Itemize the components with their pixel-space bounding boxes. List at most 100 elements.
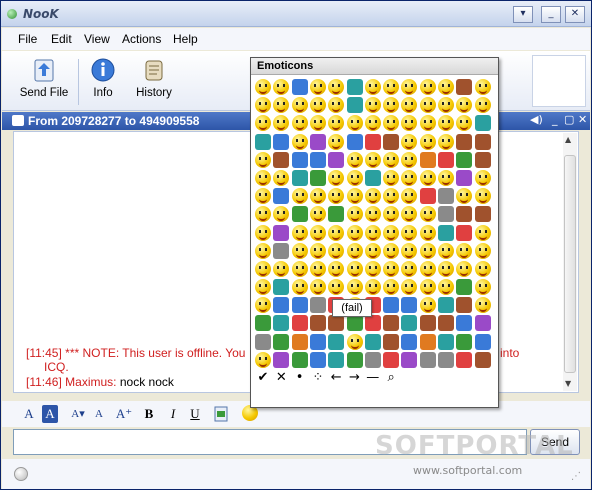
bold-button[interactable]: B xyxy=(142,405,156,423)
emoticon-smiley-icon[interactable] xyxy=(438,97,454,114)
emoticon-smiley-icon[interactable] xyxy=(346,115,363,132)
emoticon-smiley-icon[interactable] xyxy=(346,279,363,296)
emoticon-object-icon[interactable] xyxy=(364,333,381,350)
emoticon-object-icon[interactable] xyxy=(419,315,436,332)
emoticon-object-icon[interactable] xyxy=(438,315,454,332)
emoticon-smiley-icon[interactable] xyxy=(383,97,400,114)
emoticon-smiley-icon[interactable] xyxy=(383,169,400,186)
font-button[interactable]: A▾ xyxy=(68,405,88,423)
emoticon-smiley-icon[interactable] xyxy=(291,97,308,114)
emoticon-smiley-icon[interactable] xyxy=(419,115,436,132)
emoticon-smiley-icon[interactable] xyxy=(401,79,418,95)
emoticon-smiley-icon[interactable] xyxy=(273,97,290,114)
emoticon-smiley-icon[interactable] xyxy=(364,115,381,132)
emoticon-smiley-icon[interactable] xyxy=(346,333,363,350)
emoticon-smiley-icon[interactable] xyxy=(383,79,400,95)
emoticon-smiley-icon[interactable] xyxy=(419,242,436,259)
emoticon-object-icon[interactable] xyxy=(401,297,418,314)
emoticon-smiley-icon[interactable] xyxy=(419,206,436,223)
emoticon-smiley-icon[interactable] xyxy=(383,224,400,241)
dropdown-button[interactable]: ▾ xyxy=(513,6,533,23)
emoticon-smiley-icon[interactable] xyxy=(383,279,400,296)
emoticon-smiley-icon[interactable] xyxy=(364,206,381,223)
emoticon-object-icon[interactable] xyxy=(291,79,308,95)
emoticon-smiley-icon[interactable] xyxy=(346,224,363,241)
emoticon-object-icon[interactable] xyxy=(364,351,381,368)
emoticon-smiley-icon[interactable] xyxy=(255,115,271,132)
emoticon-object-icon[interactable] xyxy=(456,133,473,150)
emoticon-smiley-icon[interactable] xyxy=(401,188,418,205)
emoticon-smiley-icon[interactable] xyxy=(309,242,326,259)
emoticon-smiley-icon[interactable] xyxy=(401,279,418,296)
emoticon-smiley-icon[interactable] xyxy=(309,206,326,223)
emoticon-object-icon[interactable] xyxy=(456,206,473,223)
emoticon-object-icon[interactable] xyxy=(309,297,326,314)
emoticon-object-icon[interactable] xyxy=(419,151,436,168)
emoticon-smiley-icon[interactable] xyxy=(255,224,271,241)
emoticon-smiley-icon[interactable] xyxy=(383,206,400,223)
emoticon-smiley-icon[interactable] xyxy=(383,188,400,205)
emoticon-object-icon[interactable] xyxy=(346,79,363,95)
emoticon-object-icon[interactable] xyxy=(438,297,454,314)
emoticon-object-icon[interactable] xyxy=(291,151,308,168)
emoticon-object-icon[interactable] xyxy=(255,333,271,350)
emoticon-object-icon[interactable] xyxy=(328,351,345,368)
send-file-button[interactable]: Send File xyxy=(18,57,70,105)
font-color-button[interactable]: A xyxy=(22,405,36,423)
emoticon-object-icon[interactable] xyxy=(328,206,345,223)
emoticon-smiley-icon[interactable] xyxy=(291,224,308,241)
emoticon-smiley-icon[interactable] xyxy=(291,242,308,259)
emoticon-smiley-icon[interactable] xyxy=(346,242,363,259)
emoticon-smiley-icon[interactable] xyxy=(456,97,473,114)
emoticon-smiley-icon[interactable] xyxy=(328,260,345,277)
emoticon-smiley-icon[interactable] xyxy=(401,97,418,114)
emoticon-smiley-icon[interactable] xyxy=(255,297,271,314)
emoticon-smiley-icon[interactable] xyxy=(255,242,271,259)
emoticon-smiley-icon[interactable] xyxy=(401,260,418,277)
emoticon-smiley-icon[interactable] xyxy=(328,97,345,114)
emoticon-object-icon[interactable] xyxy=(328,333,345,350)
emoticon-object-icon[interactable] xyxy=(291,333,308,350)
emoticon-symbol[interactable]: ⁘ xyxy=(310,369,326,387)
scroll-thumb[interactable] xyxy=(564,155,576,373)
emoticon-smiley-icon[interactable] xyxy=(291,133,308,150)
emoticon-smiley-icon[interactable] xyxy=(364,188,381,205)
emoticon-smiley-icon[interactable] xyxy=(438,133,454,150)
emoticon-object-icon[interactable] xyxy=(383,297,400,314)
emoticon-object-icon[interactable] xyxy=(474,206,491,223)
emoticon-smiley-icon[interactable] xyxy=(474,297,491,314)
emoticon-smiley-icon[interactable] xyxy=(273,79,290,95)
emoticon-smiley-icon[interactable] xyxy=(364,79,381,95)
emoticon-object-icon[interactable] xyxy=(273,297,290,314)
resize-grip[interactable]: ⋰ xyxy=(571,471,581,482)
emoticon-smiley-icon[interactable] xyxy=(273,115,290,132)
emoticon-smiley-icon[interactable] xyxy=(456,242,473,259)
menu-view[interactable]: View xyxy=(84,32,110,46)
emoticon-symbol[interactable]: ← xyxy=(328,369,344,387)
vertical-scrollbar[interactable]: ▲ ▼ xyxy=(563,133,577,391)
emoticon-symbol[interactable]: ✕ xyxy=(273,369,289,387)
emoticon-object-icon[interactable] xyxy=(273,242,290,259)
emoticon-smiley-icon[interactable] xyxy=(419,97,436,114)
emoticon-smiley-icon[interactable] xyxy=(255,188,271,205)
emoticon-object-icon[interactable] xyxy=(438,151,454,168)
emoticon-smiley-icon[interactable] xyxy=(474,279,491,296)
emoticon-object-icon[interactable] xyxy=(383,351,400,368)
emoticon-object-icon[interactable] xyxy=(273,315,290,332)
emoticon-object-icon[interactable] xyxy=(309,151,326,168)
emoticon-object-icon[interactable] xyxy=(346,351,363,368)
emoticon-object-icon[interactable] xyxy=(364,133,381,150)
emoticon-smiley-icon[interactable] xyxy=(291,188,308,205)
emoticon-object-icon[interactable] xyxy=(456,315,473,332)
emoticon-smiley-icon[interactable] xyxy=(383,115,400,132)
emoticon-symbol[interactable]: ⌕ xyxy=(383,369,399,387)
emoticon-smiley-icon[interactable] xyxy=(364,151,381,168)
emoticon-object-icon[interactable] xyxy=(474,333,491,350)
menu-file[interactable]: File xyxy=(18,32,37,46)
info-button[interactable]: Info xyxy=(86,57,120,105)
emoticon-object-icon[interactable] xyxy=(419,333,436,350)
menu-help[interactable]: Help xyxy=(173,32,198,46)
emoticon-smiley-icon[interactable] xyxy=(383,151,400,168)
emoticon-smiley-icon[interactable] xyxy=(401,206,418,223)
emoticon-smiley-icon[interactable] xyxy=(438,260,454,277)
